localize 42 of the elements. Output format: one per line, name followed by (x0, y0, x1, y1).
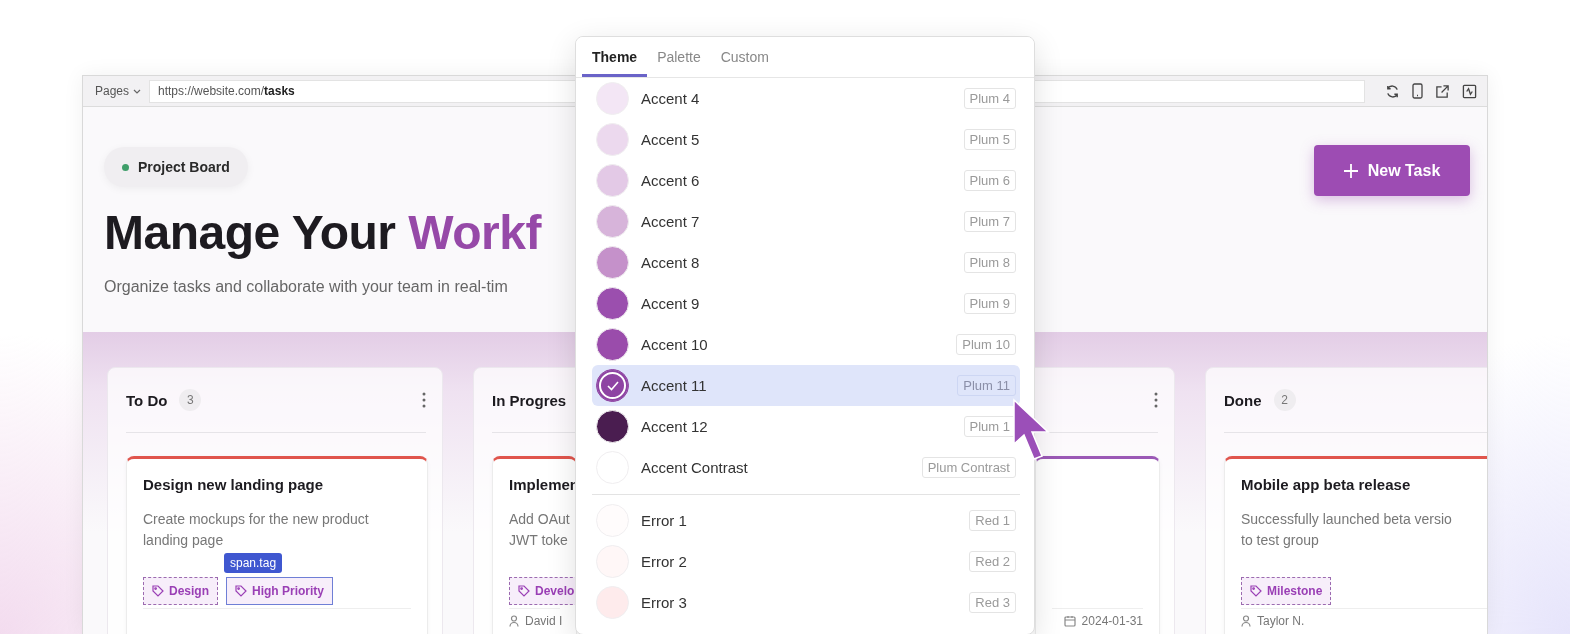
option-label: Accent 7 (641, 213, 701, 230)
option-label: Accent 8 (641, 254, 701, 271)
assignee-name: David I (525, 614, 563, 628)
column-title: In Progres (492, 391, 567, 409)
column-title: Done (1224, 391, 1262, 409)
page-subtitle: Organize tasks and collaborate with your team in real-tim (104, 277, 509, 297)
option-label: Accent 11 (641, 377, 708, 394)
token-chip: Plum 9 (963, 293, 1016, 314)
token-chip: Plum 10 (956, 334, 1016, 355)
token-chip: Plum 5 (963, 129, 1016, 150)
token-chip: Plum 8 (963, 252, 1016, 273)
token-chip: Plum 11 (957, 375, 1016, 396)
count-badge: 3 (179, 389, 202, 411)
token-chip: Plum 4 (963, 88, 1016, 109)
count-badge: 2 (1273, 389, 1296, 411)
option-label: Error 3 (641, 594, 688, 611)
token-chip: Plum 6 (963, 170, 1016, 191)
token-chip: Plum 7 (963, 211, 1016, 232)
page-heading: Manage Your Workf (104, 207, 541, 259)
due-date: 2024-01-31 (1081, 614, 1143, 628)
option-label: Error 2 (641, 553, 688, 570)
inspector-tooltip: span.tag (224, 553, 283, 573)
option-label: Accent 5 (641, 131, 701, 148)
column-title: To Do (126, 391, 168, 409)
option-label: Accent 6 (641, 172, 701, 189)
token-chip: Red 2 (969, 551, 1016, 572)
assignee-name: Taylor N. (1257, 614, 1305, 628)
token-chip: Red 1 (969, 510, 1016, 531)
token-chip: Red 3 (969, 592, 1016, 613)
card-title: Design new landing page (143, 475, 324, 495)
token-chip: Plum Contrast (921, 457, 1016, 478)
option-label: Error 1 (641, 512, 688, 529)
option-label: Accent 12 (641, 418, 709, 435)
option-label: Accent 10 (641, 336, 709, 353)
card-description: Create mockups for the new product landing page (143, 510, 369, 550)
card-description: Successfully launched beta versio to test group (1241, 510, 1452, 550)
option-label: Accent 4 (641, 90, 701, 107)
option-label: Accent 9 (641, 295, 701, 312)
option-label: Accent Contrast (641, 459, 749, 476)
card-title: Mobile app beta release (1241, 475, 1411, 495)
card-description: Add OAut JWT toke (509, 510, 570, 550)
badge-label: Project Board (138, 159, 230, 175)
